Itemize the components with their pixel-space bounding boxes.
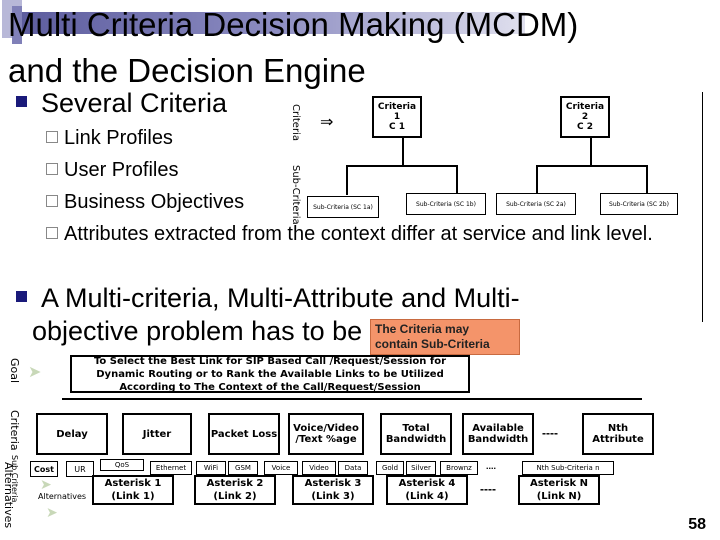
square-bullet-icon [16,96,27,108]
alternatives-ellipsis: ---- [480,482,496,496]
criteria-box-total-bandwidth: Total Bandwidth [380,413,452,455]
row-label-sub-criteria: Sub-Criteria [290,165,301,225]
hollow-square-bullet-icon [46,227,58,239]
sub-criteria-video: Video [302,461,336,475]
row-label-goal: Goal [8,358,21,384]
alternative-box-1: Asterisk 1 (Link 1) [92,475,174,505]
sub-bullet: User Profiles [46,158,666,182]
sub-criteria-nth: Nth Sub-Criteria n [522,461,614,475]
sub-criteria-qos: QoS [100,459,144,471]
criteria-box-available-bandwidth: Available Bandwidth [462,413,534,455]
sub-criteria-ethernet: Ethernet [150,461,192,475]
row-label-criteria: Criteria [290,104,301,141]
sub-criteria-box: Sub-Criteria (SC 2a) [496,193,576,215]
criteria-ellipsis: ---- [542,426,558,440]
criteria-box-2: Criteria 2C 2 [560,96,610,138]
hollow-square-bullet-icon [46,163,58,175]
divider [702,92,703,322]
arrow-icon: ➤ [40,476,52,492]
sub-criteria-silver: Silver [406,461,436,475]
sub-criteria-data: Data [338,461,368,475]
connector [646,165,648,195]
callout-note: The Criteria may contain Sub-Criteria [370,319,520,355]
sub-criteria-cost: Cost [30,461,58,477]
sub-criteria-voice: Voice [264,461,298,475]
title-line-2: and the Decision Engine [8,52,366,89]
sub-criteria-ur: UR [66,461,94,477]
square-bullet-icon [16,291,27,303]
alternatives-label: Alternatives [38,492,87,501]
connector [346,165,458,167]
bullet-multi-criteria: A Multi-criteria, Multi-Attribute and Mu… [16,283,520,313]
sub-criteria-gsm: GSM [228,461,258,475]
title-line-1: Multi Criteria Decision Making (MCDM) [8,6,579,43]
connector [456,165,458,195]
connector [346,165,348,195]
connector [62,398,642,400]
alternative-box-2: Asterisk 2 (Link 2) [194,475,276,505]
criteria-box-1: Criteria 1C 1 [372,96,422,138]
sub-criteria-box: Sub-Criteria (SC 1a) [307,196,379,218]
page-number: 58 [688,516,706,533]
connector [590,137,592,165]
criteria-box-jitter: Jitter [122,413,192,455]
sub-criteria-ellipsis: .... [486,461,497,471]
alternative-box-n: Asterisk N (Link N) [518,475,600,505]
criteria-box-delay: Delay [36,413,108,455]
sub-criteria-gold: Gold [376,461,404,475]
connector [402,137,404,165]
criteria-box-voice-video: Voice/Video /Text %age [288,413,364,455]
slide-title: Multi Criteria Decision Making (MCDM) an… [8,2,578,94]
row-label-alternatives: Alternatives [2,462,15,529]
bullet-several-criteria: Several Criteria [16,88,227,118]
arrow-icon: ➤ [46,504,58,520]
alternative-box-3: Asterisk 3 (Link 3) [292,475,374,505]
connector [536,165,648,167]
arrow-icon: ➤ [28,364,42,381]
hollow-square-bullet-icon [46,195,58,207]
alternative-box-4: Asterisk 4 (Link 4) [386,475,468,505]
double-arrow-icon: ⇒ [320,114,334,131]
goal-box: To Select the Best Link for SIP Based Ca… [70,355,470,393]
sub-criteria-box: Sub-Criteria (SC 2b) [600,193,678,215]
criteria-box-packet-loss: Packet Loss [208,413,280,455]
sub-criteria-wifi: WiFi [196,461,226,475]
sub-criteria-box: Sub-Criteria (SC 1b) [406,193,486,215]
connector [536,165,538,195]
sub-bullet: Attributes extracted from the context di… [46,222,666,246]
hollow-square-bullet-icon [46,131,58,143]
sub-criteria-brownz: Brownz [440,461,478,475]
row-label-criteria: Criteria [8,410,21,451]
criteria-box-nth-attribute: Nth Attribute [582,413,654,455]
